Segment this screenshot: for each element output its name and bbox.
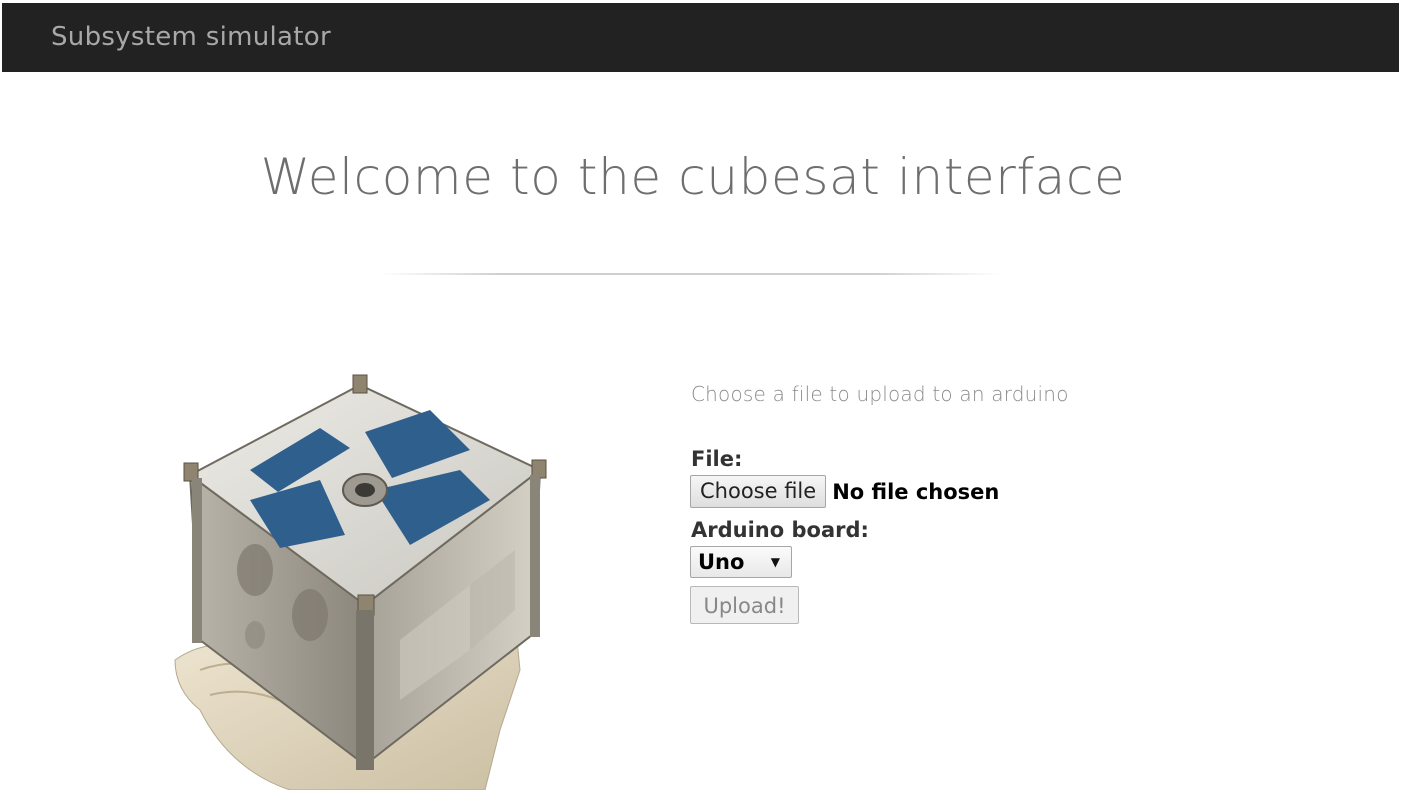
arduino-board-select[interactable]: Uno ▼ <box>690 546 792 578</box>
file-status: No file chosen <box>832 479 1000 504</box>
board-label: Arduino board: <box>691 518 869 542</box>
title-divider <box>378 273 1000 275</box>
file-label: File: <box>691 447 743 471</box>
choose-file-button[interactable]: Choose file <box>690 475 827 508</box>
brand-link[interactable]: Subsystem simulator <box>51 22 331 52</box>
navbar: Subsystem simulator <box>2 3 1399 72</box>
board-selected-value: Uno <box>698 550 745 574</box>
page-title: Welcome to the cubesat interface <box>260 148 1126 206</box>
upload-instructions: Choose a file to upload to an arduino <box>691 382 1069 406</box>
chevron-down-icon: ▼ <box>770 555 780 569</box>
cubesat-photo <box>174 374 547 790</box>
file-input[interactable]: Choose file No file chosen <box>690 475 999 508</box>
upload-button[interactable]: Upload! <box>690 586 799 624</box>
